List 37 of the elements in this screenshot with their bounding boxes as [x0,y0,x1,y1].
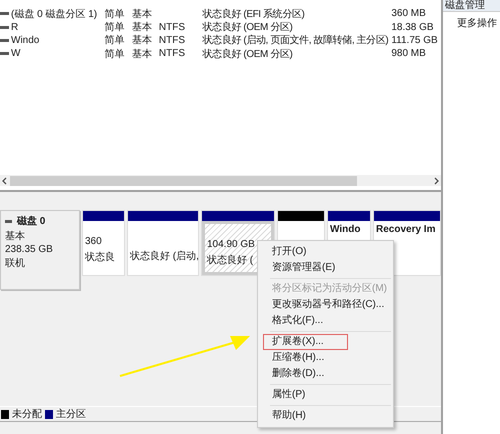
table-cell-text: 简单 [104,8,126,21]
volume-name: Windo [0,34,104,46]
table-cell: NTFS [158,48,186,60]
partition-text: 状态良 [85,250,116,264]
disk-size: 238.35 GB [5,244,54,255]
table-cell-text: 简单 [104,48,126,61]
actions-header: 磁盘管理 [443,0,500,12]
disk-type: 基本 [5,230,26,243]
partition-title: Recovery Im [376,224,436,235]
partition-text: 360 [85,236,103,247]
table-cell-text: 简单 [104,20,126,34]
disk-status: 联机 [5,256,26,270]
legend-label: 未分配 [12,408,42,421]
legend-label: 主分区 [56,408,86,421]
table-cell-text: 基本 [132,34,154,48]
partition-title: Windo [330,224,362,235]
table-cell-text: 状态良好 (OEM 分区) [202,20,294,34]
table-cell-text: 360 MB [391,8,427,20]
volume-name: W [0,48,104,60]
partition-text: 状态良好 ( [207,254,254,267]
table-cell-text: 基本 [132,20,154,34]
table-cell: NTFS [158,34,186,46]
disk-name: 磁盘 0 [17,214,46,228]
table-cell-text: 状态良好 (启动, 页面文件, 故障转储, 主分区) [202,34,390,48]
volume-name: (磁盘 0 磁盘分区 1) [0,6,104,21]
table-cell-text: 111.75 GB [391,34,439,46]
table-cell-text: 状态良好 (EFI 系统分区) [202,8,306,21]
table-cell-text: 基本 [132,8,154,21]
table-cell-text: 18.38 GB [391,22,435,33]
table-cell-text: 980 MB [391,48,427,60]
table-cell: NTFS [158,22,186,33]
table-cell-text: 状态良好 (OEM 分区) [202,48,294,61]
partition-text: 状态良好 (启动, [130,250,196,263]
table-cell-text: 基本 [132,48,154,61]
volume-name: R [0,22,104,33]
table-cell-text: 简单 [104,34,126,48]
partition-text: 104.90 GB [207,239,256,250]
